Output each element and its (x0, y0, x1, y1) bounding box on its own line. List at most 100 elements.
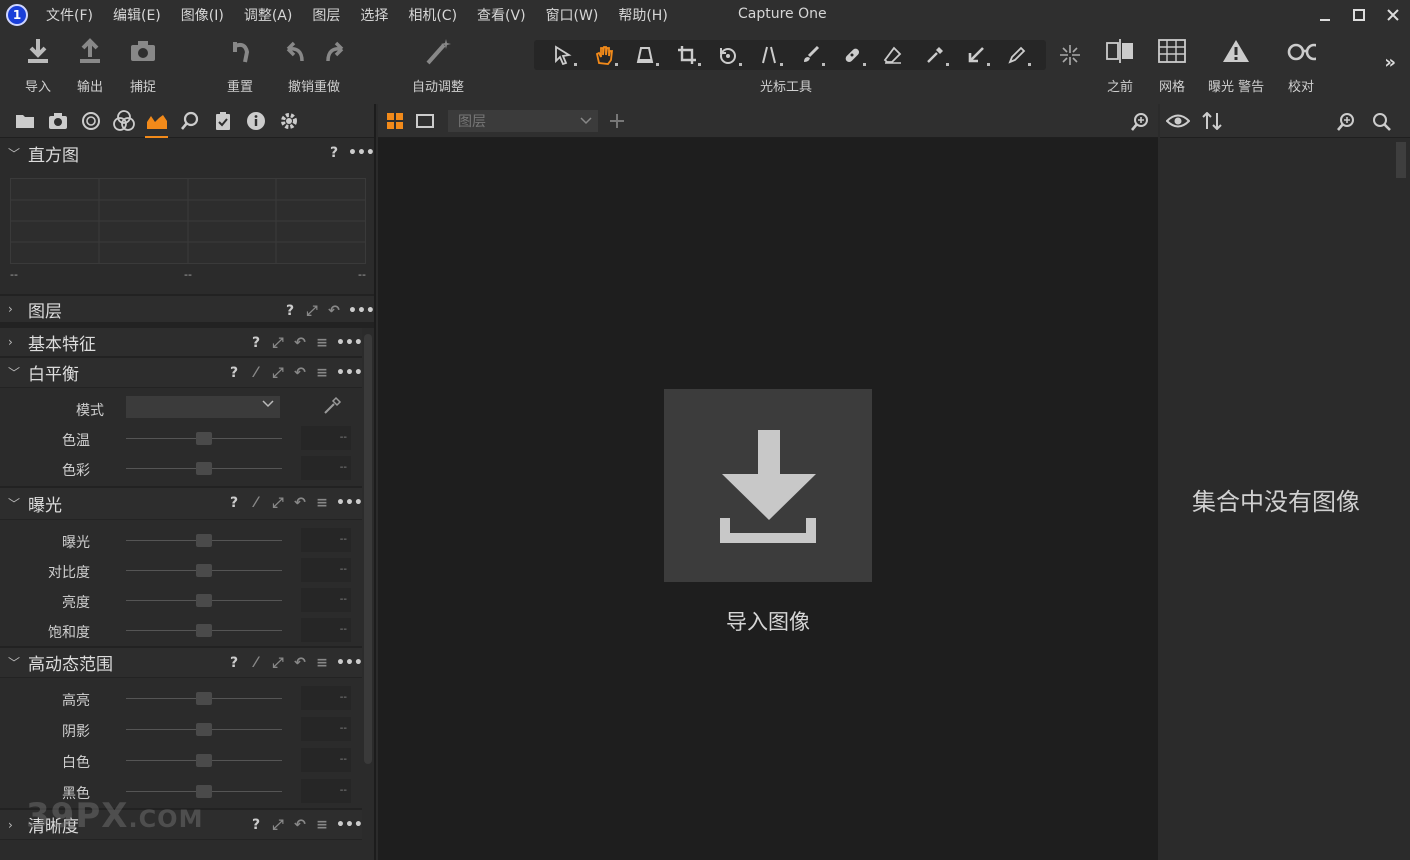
pencil-tool[interactable] (1001, 42, 1033, 68)
tab-metadata[interactable] (239, 104, 272, 138)
slider-knob[interactable] (196, 564, 212, 577)
reset-small-icon[interactable]: ↶ (292, 817, 308, 833)
burst-button[interactable] (1042, 40, 1098, 70)
slider-value[interactable]: -- (301, 588, 351, 612)
slider-knob[interactable] (196, 534, 212, 547)
slider-knob[interactable] (196, 754, 212, 767)
more-options-button[interactable]: ••• (336, 335, 363, 351)
eraser-tool[interactable] (877, 42, 909, 68)
exposure-slider[interactable]: 曝光 -- (0, 526, 362, 556)
more-options-button[interactable]: ••• (348, 303, 374, 319)
minimize-button[interactable] (1308, 0, 1342, 30)
toolbar-more-button[interactable]: » (1384, 52, 1396, 73)
slider-value[interactable]: -- (301, 426, 351, 450)
presets-icon[interactable]: ≡ (314, 817, 330, 833)
menu-view[interactable]: 查看(V) (477, 5, 526, 25)
slider-knob[interactable] (196, 624, 212, 637)
tab-settings[interactable] (272, 104, 305, 138)
search-icon[interactable] (1372, 112, 1392, 132)
sort-icon[interactable] (1202, 112, 1222, 130)
menu-camera[interactable]: 相机(C) (408, 5, 457, 25)
menu-help[interactable]: 帮助(H) (618, 5, 667, 25)
menu-file[interactable]: 文件(F) (46, 5, 93, 25)
annotate-tool[interactable] (960, 42, 992, 68)
eyedropper-icon[interactable] (322, 396, 342, 416)
auto-wand-icon[interactable]: ⁄ (248, 495, 264, 511)
reset-small-icon[interactable]: ↶ (292, 365, 308, 381)
crop-tool[interactable] (671, 42, 703, 68)
menu-edit[interactable]: 编辑(E) (113, 5, 161, 25)
import-button[interactable]: 导入 (10, 36, 66, 95)
expand-icon[interactable]: ⤢ (270, 817, 286, 833)
help-button[interactable]: ? (326, 145, 342, 161)
brush-tool[interactable] (795, 42, 827, 68)
help-button[interactable]: ? (226, 495, 242, 511)
whites-slider[interactable]: 白色 -- (0, 746, 362, 777)
undo-redo-button[interactable]: 撤销重做 (284, 36, 344, 95)
add-layer-icon[interactable] (608, 112, 626, 130)
zoom-thumbnails-icon[interactable] (1336, 112, 1356, 132)
brightness-slider[interactable]: 亮度 -- (0, 586, 362, 616)
maximize-button[interactable] (1342, 0, 1376, 30)
more-options-button[interactable]: ••• (336, 365, 363, 381)
slider-knob[interactable] (196, 723, 212, 736)
expand-icon[interactable]: ⤢ (270, 365, 286, 381)
tab-capture[interactable] (41, 104, 74, 138)
slider-value[interactable]: -- (301, 558, 351, 582)
white-balance-header[interactable]: ﹀ 白平衡 ? ⁄ ⤢ ↶ ≡ ••• (0, 358, 363, 388)
histogram-header[interactable]: ﹀ 直方图 ? ••• (0, 138, 374, 168)
reset-small-icon[interactable]: ↶ (292, 335, 308, 351)
auto-wand-icon[interactable]: ⁄ (248, 655, 264, 671)
more-options-button[interactable]: ••• (348, 145, 374, 161)
tools-scrollbar[interactable] (364, 334, 372, 764)
highlights-slider[interactable]: 高亮 -- (0, 684, 362, 715)
shadows-slider[interactable]: 阴影 -- (0, 715, 362, 746)
mode-select[interactable] (126, 396, 280, 418)
layer-select[interactable]: 图层 (448, 110, 598, 132)
help-button[interactable]: ? (282, 303, 298, 319)
grid-button[interactable]: 网格 (1144, 36, 1200, 95)
slider-value[interactable]: -- (301, 686, 351, 710)
keystone-tool[interactable] (629, 42, 661, 68)
expand-icon[interactable]: ⤢ (270, 335, 286, 351)
menu-window[interactable]: 窗口(W) (546, 5, 599, 25)
hdr-header[interactable]: ﹀ 高动态范围 ? ⁄ ⤢ ↶ ≡ ••• (0, 648, 363, 678)
expand-icon[interactable]: ⤢ (304, 303, 320, 319)
tab-color[interactable] (107, 104, 140, 138)
slider-knob[interactable] (196, 432, 212, 445)
help-button[interactable]: ? (248, 335, 264, 351)
slider-value[interactable]: -- (301, 528, 351, 552)
slider-knob[interactable] (196, 462, 212, 475)
capture-button[interactable]: 捕捉 (115, 36, 171, 95)
more-options-button[interactable]: ••• (336, 655, 363, 671)
reset-small-icon[interactable]: ↶ (326, 303, 342, 319)
menu-layers[interactable]: 图层 (312, 5, 340, 25)
help-button[interactable]: ? (226, 655, 242, 671)
presets-icon[interactable]: ≡ (314, 335, 330, 351)
more-options-button[interactable]: ••• (336, 817, 363, 833)
tab-library[interactable] (8, 104, 41, 138)
reset-small-icon[interactable]: ↶ (292, 495, 308, 511)
multi-view-icon[interactable] (386, 112, 404, 130)
exposure-warning-button[interactable]: 曝光 警告 (1208, 36, 1264, 95)
menu-image[interactable]: 图像(I) (181, 5, 224, 25)
slider-value[interactable]: -- (301, 456, 351, 480)
single-view-icon[interactable] (416, 112, 434, 130)
basic-characteristics-header[interactable]: › 基本特征 ? ⤢ ↶ ≡ ••• (0, 328, 363, 358)
reset-button[interactable]: 重置 (212, 36, 268, 95)
import-images-button[interactable] (664, 389, 872, 582)
slider-value[interactable]: -- (301, 748, 351, 772)
slider-value[interactable]: -- (301, 779, 351, 803)
slider-knob[interactable] (196, 692, 212, 705)
auto-adjust-button[interactable]: 自动调整 (410, 36, 466, 95)
contrast-slider[interactable]: 对比度 -- (0, 556, 362, 586)
layers-header[interactable]: › 图层 ? ⤢ ↶ ••• (0, 296, 374, 328)
slider-value[interactable]: -- (301, 717, 351, 741)
close-button[interactable] (1376, 0, 1410, 30)
tab-adjustments[interactable] (206, 104, 239, 138)
exposure-header[interactable]: ﹀ 曝光 ? ⁄ ⤢ ↶ ≡ ••• (0, 488, 363, 520)
slider-knob[interactable] (196, 594, 212, 607)
presets-icon[interactable]: ≡ (314, 365, 330, 381)
help-button[interactable]: ? (226, 365, 242, 381)
temperature-slider[interactable]: 色温 -- (0, 424, 362, 454)
